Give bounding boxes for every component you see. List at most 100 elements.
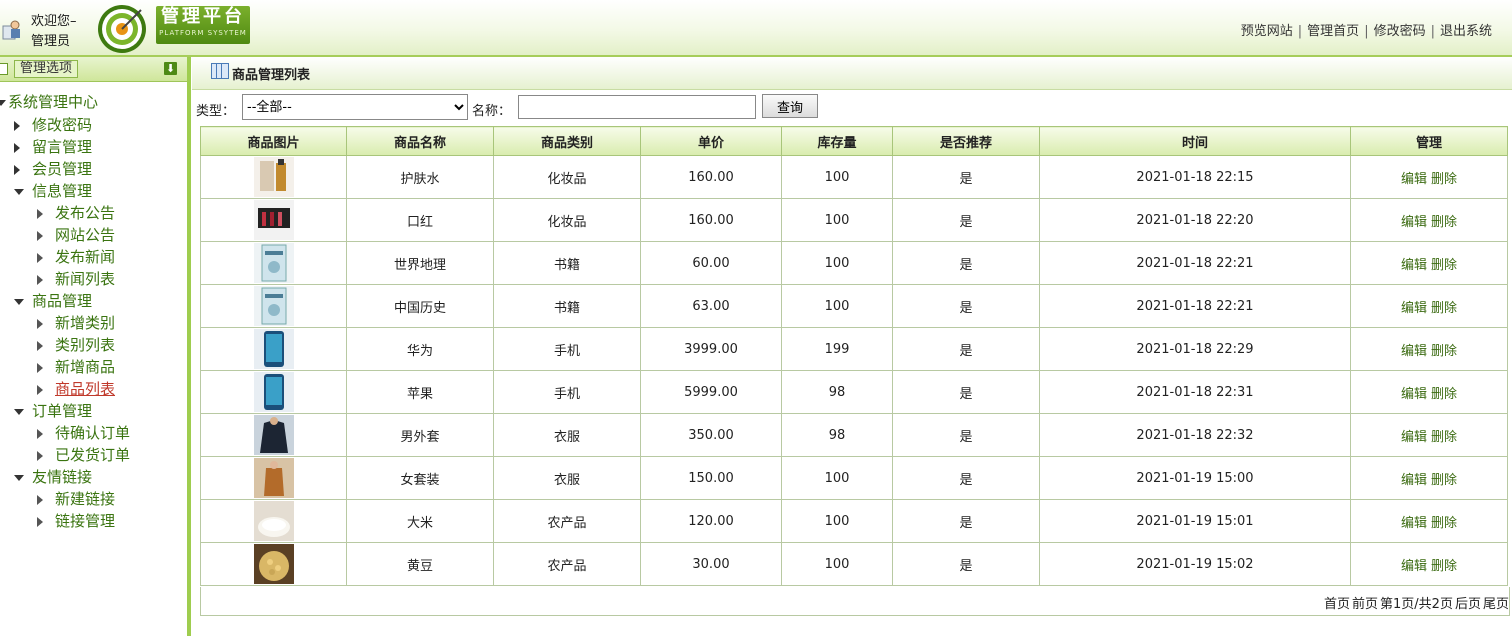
sidebar-item[interactable]: 会员管理: [14, 158, 92, 180]
soybean-image[interactable]: [253, 544, 294, 584]
sidebar-item[interactable]: 类别列表: [37, 334, 115, 356]
sidebar-item[interactable]: 发布公告: [37, 202, 115, 224]
collapsed-arrow-icon: [37, 428, 43, 439]
sidebar-item[interactable]: 新增商品: [37, 356, 115, 378]
sidebar-item[interactable]: 链接管理: [37, 510, 115, 532]
sidebar-item-label: 类别列表: [55, 336, 116, 354]
target-logo-icon: [98, 5, 146, 53]
nav-preview-site[interactable]: 预览网站: [1241, 24, 1293, 39]
cell-time: 2021-01-18 22:29: [1039, 327, 1351, 371]
delete-link[interactable]: 删除: [1431, 387, 1457, 402]
cell-manage: 编辑 删除: [1350, 499, 1508, 543]
sidebar-item[interactable]: 新建链接: [37, 488, 115, 510]
table-row: 黄豆 农产品 30.00 100 是 2021-01-19 15:02 编辑 删除: [200, 542, 1508, 586]
nav-change-password[interactable]: 修改密码: [1374, 24, 1426, 39]
tree-root-label: 系统管理中心: [8, 93, 99, 111]
cell-time: 2021-01-19 15:00: [1039, 456, 1351, 500]
nav-logout[interactable]: 退出系统: [1440, 24, 1492, 39]
outfit-image[interactable]: [253, 458, 294, 498]
sidebar-item[interactable]: 订单管理: [14, 400, 92, 422]
delete-link[interactable]: 删除: [1431, 473, 1457, 488]
jacket-image[interactable]: [253, 415, 294, 455]
delete-link[interactable]: 删除: [1431, 258, 1457, 273]
cell-time: 2021-01-19 15:01: [1039, 499, 1351, 543]
cell-stock: 100: [781, 198, 893, 242]
col-stock: 库存量: [781, 126, 893, 156]
sidebar-item[interactable]: 信息管理: [14, 180, 92, 202]
sidebar-item-label: 新增商品: [55, 358, 116, 376]
sidebar-item[interactable]: 网站公告: [37, 224, 115, 246]
edit-link[interactable]: 编辑: [1401, 559, 1427, 574]
sidebar-item[interactable]: 留言管理: [14, 136, 92, 158]
delete-link[interactable]: 删除: [1431, 215, 1457, 230]
rice-image[interactable]: [253, 501, 294, 541]
cell-manage: 编辑 删除: [1350, 542, 1508, 586]
edit-link[interactable]: 编辑: [1401, 430, 1427, 445]
cell-manage: 编辑 删除: [1350, 241, 1508, 285]
pager-prev[interactable]: 前页: [1352, 597, 1378, 612]
cell-category: 衣服: [493, 413, 641, 457]
type-select[interactable]: --全部--: [242, 94, 468, 120]
sidebar-item-label: 已发货订单: [55, 446, 131, 464]
collapsed-arrow-icon: [37, 208, 43, 219]
col-price: 单价: [640, 126, 782, 156]
delete-link[interactable]: 删除: [1431, 430, 1457, 445]
sidebar-item[interactable]: 修改密码: [14, 114, 92, 136]
lipstick-image[interactable]: [253, 200, 294, 240]
nav-admin-home[interactable]: 管理首页: [1307, 24, 1359, 39]
cell-manage: 编辑 删除: [1350, 198, 1508, 242]
edit-link[interactable]: 编辑: [1401, 172, 1427, 187]
name-input[interactable]: [518, 95, 756, 119]
cell-image: [200, 284, 347, 328]
pager-next[interactable]: 后页: [1455, 597, 1481, 612]
cell-category: 书籍: [493, 241, 641, 285]
cell-name: 中国历史: [346, 284, 494, 328]
cell-price: 60.00: [640, 241, 782, 285]
table-row: 护肤水 化妆品 160.00 100 是 2021-01-18 22:15 编辑 删除: [200, 155, 1508, 199]
sidebar-item[interactable]: 商品列表: [37, 378, 115, 400]
logo-subtitle: PLATFORM SYSYTEM: [159, 29, 247, 37]
delete-link[interactable]: 删除: [1431, 516, 1457, 531]
cell-name: 世界地理: [346, 241, 494, 285]
edit-link[interactable]: 编辑: [1401, 301, 1427, 316]
sidebar-item-label: 商品列表: [55, 380, 116, 398]
pager-last[interactable]: 尾页: [1483, 597, 1509, 612]
tree-root[interactable]: 系统管理中心: [0, 91, 98, 113]
book-image[interactable]: [253, 286, 294, 326]
table-row: 男外套 衣服 350.00 98 是 2021-01-18 22:32 编辑 删除: [200, 413, 1508, 457]
pager-first[interactable]: 首页: [1324, 597, 1350, 612]
sidebar-item[interactable]: 待确认订单: [37, 422, 130, 444]
edit-link[interactable]: 编辑: [1401, 473, 1427, 488]
edit-link[interactable]: 编辑: [1401, 258, 1427, 273]
sidebar-item[interactable]: 商品管理: [14, 290, 92, 312]
sidebar-item-label: 发布新闻: [55, 248, 116, 266]
edit-link[interactable]: 编辑: [1401, 344, 1427, 359]
delete-link[interactable]: 删除: [1431, 559, 1457, 574]
table-row: 华为 手机 3999.00 199 是 2021-01-18 22:29 编辑 删除: [200, 327, 1508, 371]
cell-manage: 编辑 删除: [1350, 456, 1508, 500]
sidebar-item[interactable]: 发布新闻: [37, 246, 115, 268]
top-header: 欢迎您– 管理员 管理平台 PLATFORM SYSYTEM 预览网站 | 管理首页…: [0, 0, 1512, 57]
phone-image[interactable]: [253, 329, 294, 369]
book-image[interactable]: [253, 243, 294, 283]
delete-link[interactable]: 删除: [1431, 344, 1457, 359]
delete-link[interactable]: 删除: [1431, 301, 1457, 316]
collapsed-arrow-icon: [14, 164, 20, 175]
collapse-down-icon[interactable]: ⬇: [164, 62, 177, 75]
search-button[interactable]: 查询: [762, 94, 818, 118]
pager-status: 第1页/共2页: [1380, 597, 1453, 612]
skincare-image[interactable]: [253, 157, 294, 197]
sidebar-item[interactable]: 友情链接: [14, 466, 92, 488]
sidebar-item[interactable]: 新闻列表: [37, 268, 115, 290]
phone-image[interactable]: [253, 372, 294, 412]
pager-text: 首页 前页 第1页/共2页 后页 尾页: [1322, 593, 1509, 612]
edit-link[interactable]: 编辑: [1401, 387, 1427, 402]
sidebar-item[interactable]: 新增类别: [37, 312, 115, 334]
cell-category: 农产品: [493, 499, 641, 543]
delete-link[interactable]: 删除: [1431, 172, 1457, 187]
sidebar-item[interactable]: 已发货订单: [37, 444, 130, 466]
collapsed-arrow-icon: [37, 318, 43, 329]
cell-manage: 编辑 删除: [1350, 370, 1508, 414]
edit-link[interactable]: 编辑: [1401, 516, 1427, 531]
edit-link[interactable]: 编辑: [1401, 215, 1427, 230]
